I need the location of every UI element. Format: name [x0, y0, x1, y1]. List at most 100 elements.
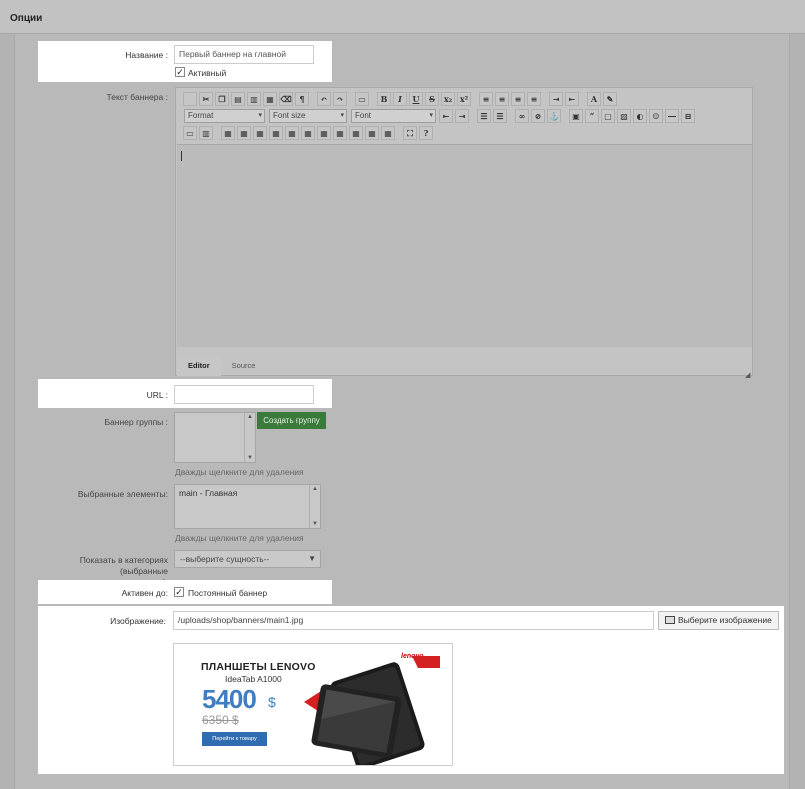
unlink-icon[interactable]: ⊘ — [531, 109, 545, 123]
toolbar-separator — [397, 126, 401, 140]
flash-icon[interactable]: ◐ — [633, 109, 647, 123]
image-icon[interactable]: ▨ — [617, 109, 631, 123]
category-select[interactable]: --выберите сущность-- ▼ — [174, 550, 321, 568]
div-icon[interactable]: ▢ — [601, 109, 615, 123]
merge-cells-icon[interactable]: ▦ — [381, 126, 395, 140]
bold-icon[interactable]: B — [377, 92, 391, 106]
selected-listbox[interactable]: main - Главная ▲ ▼ — [174, 484, 321, 529]
url-label: URL : — [146, 390, 168, 400]
col-before-icon[interactable]: ▦ — [317, 126, 331, 140]
blockquote-icon[interactable]: “ — [585, 109, 599, 123]
table-icon[interactable]: ▦ — [221, 126, 235, 140]
numbered-list-icon[interactable]: ☰ — [477, 109, 491, 123]
scroll-down-icon[interactable]: ▼ — [247, 455, 253, 461]
block-icon[interactable]: ▣ — [569, 109, 583, 123]
choose-image-button-label: Выберите изображение — [678, 615, 772, 625]
format-select[interactable]: Format — [184, 109, 265, 123]
indent-out-icon[interactable]: ⇤ — [439, 109, 453, 123]
toolbar-separator — [349, 92, 353, 106]
ltr-icon[interactable]: ⇥ — [549, 92, 563, 106]
indent-in-icon[interactable]: ⇥ — [455, 109, 469, 123]
eraser-icon[interactable]: ⌫ — [279, 92, 293, 106]
align-right-icon[interactable]: ≡ — [511, 92, 525, 106]
groups-listbox[interactable]: ▲ ▼ — [174, 412, 256, 463]
help-icon[interactable]: ? — [419, 126, 433, 140]
subscript-icon[interactable]: x₂ — [441, 92, 455, 106]
image-label: Изображение: — [110, 616, 166, 626]
scroll-up-icon[interactable]: ▲ — [247, 414, 253, 420]
selected-hint: Дважды щелкните для удаления — [175, 533, 304, 543]
bg-color-icon[interactable]: ✎ — [603, 92, 617, 106]
selected-label: Выбранные элементы: — [77, 489, 168, 499]
split-cells-icon[interactable]: ▦ — [365, 126, 379, 140]
groups-scrollbar[interactable]: ▲ ▼ — [244, 413, 255, 462]
create-group-button[interactable]: Создать группу — [257, 412, 326, 429]
paste-word-icon[interactable]: ▦ — [263, 92, 277, 106]
category-select-value: --выберите сущность-- — [180, 554, 270, 564]
dropdown-arrow-icon: ▼ — [308, 554, 316, 563]
paste-text-icon[interactable]: ▥ — [247, 92, 261, 106]
italic-icon[interactable]: I — [393, 92, 407, 106]
editor-toolbar-row-2: Format Font size Font ⇤ ⇥ ☰ ☰ ∞ ⊘ ⚓ ▣ “ … — [182, 108, 696, 124]
smiley-icon[interactable]: ☺ — [649, 109, 663, 123]
text-color-icon[interactable]: A — [587, 92, 601, 106]
toolbar-separator — [311, 92, 315, 106]
editor-toolbar-row-1: ✂ ❐ ▤ ▥ ▦ ⌫ ¶ ↶ ↷ ▭ B I U S x₂ x² ≡ ≡ ≡ … — [182, 91, 618, 107]
text-caret — [181, 151, 182, 161]
toolbar-separator — [581, 92, 585, 106]
scroll-up-icon[interactable]: ▲ — [312, 486, 318, 492]
align-justify-icon[interactable]: ≡ — [527, 92, 541, 106]
active-checkbox[interactable]: ✓ — [175, 67, 185, 77]
cell-props-icon[interactable]: ▦ — [253, 126, 267, 140]
redo-icon[interactable]: ↷ — [333, 92, 347, 106]
underline-icon[interactable]: U — [409, 92, 423, 106]
row-after-icon[interactable]: ▦ — [285, 126, 299, 140]
editor-content-area[interactable] — [177, 144, 752, 347]
show-blocks-icon[interactable]: ¶ — [295, 92, 309, 106]
folder-icon[interactable]: ▭ — [355, 92, 369, 106]
fullscreen-icon[interactable]: ⛶ — [403, 126, 417, 140]
anchor-icon[interactable]: ⚓ — [547, 109, 561, 123]
rich-text-editor: ✂ ❐ ▤ ▥ ▦ ⌫ ¶ ↶ ↷ ▭ B I U S x₂ x² ≡ ≡ ≡ … — [175, 87, 753, 376]
tab-editor[interactable]: Editor — [177, 356, 221, 376]
pagebreak-icon[interactable]: ⊟ — [681, 109, 695, 123]
col-after-icon[interactable]: ▦ — [333, 126, 347, 140]
selected-scrollbar[interactable]: ▲ ▼ — [309, 485, 320, 528]
choose-image-button[interactable]: Выберите изображение — [658, 611, 779, 630]
align-left-icon[interactable]: ≡ — [479, 92, 493, 106]
tab-source[interactable]: Source — [221, 356, 267, 376]
undo-icon[interactable]: ↶ — [317, 92, 331, 106]
media-icon[interactable]: ▭ — [183, 126, 197, 140]
delete-col-icon[interactable]: ▦ — [349, 126, 363, 140]
permanent-checkbox-label: Постоянный баннер — [188, 588, 268, 598]
table-props-icon[interactable]: ▦ — [237, 126, 251, 140]
bullet-list-icon[interactable]: ☰ — [493, 109, 507, 123]
paste-icon[interactable]: ▤ — [231, 92, 245, 106]
image-path-input[interactable]: /uploads/shop/banners/main1.jpg — [173, 611, 654, 630]
link-icon[interactable]: ∞ — [515, 109, 529, 123]
url-input[interactable] — [174, 385, 314, 404]
section-title: Опции — [10, 13, 43, 24]
name-label: Название : — [125, 50, 168, 60]
copy-icon[interactable]: ❐ — [215, 92, 229, 106]
new-document-icon[interactable] — [183, 92, 197, 106]
row-before-icon[interactable]: ▦ — [269, 126, 283, 140]
name-input[interactable]: Первый баннер на главной — [174, 45, 314, 64]
delete-row-icon[interactable]: ▦ — [301, 126, 315, 140]
active-until-label: Активен до: — [121, 588, 168, 598]
scroll-down-icon[interactable]: ▼ — [312, 521, 318, 527]
resize-grip-icon[interactable]: ◢ — [745, 371, 750, 379]
rtl-icon[interactable]: ⇤ — [565, 92, 579, 106]
strikethrough-icon[interactable]: S — [425, 92, 439, 106]
cut-icon[interactable]: ✂ — [199, 92, 213, 106]
permanent-checkbox[interactable]: ✓ — [174, 587, 184, 597]
font-size-select[interactable]: Font size — [269, 109, 347, 123]
category-label-line1: Показать в категориях (выбранные — [79, 555, 168, 576]
font-select[interactable]: Font — [351, 109, 436, 123]
film-icon[interactable]: ▥ — [199, 126, 213, 140]
hr-icon[interactable]: ― — [665, 109, 679, 123]
superscript-icon[interactable]: x² — [457, 92, 471, 106]
red-stripe-shape — [412, 656, 440, 668]
list-item[interactable]: main - Главная — [179, 488, 237, 498]
align-center-icon[interactable]: ≡ — [495, 92, 509, 106]
